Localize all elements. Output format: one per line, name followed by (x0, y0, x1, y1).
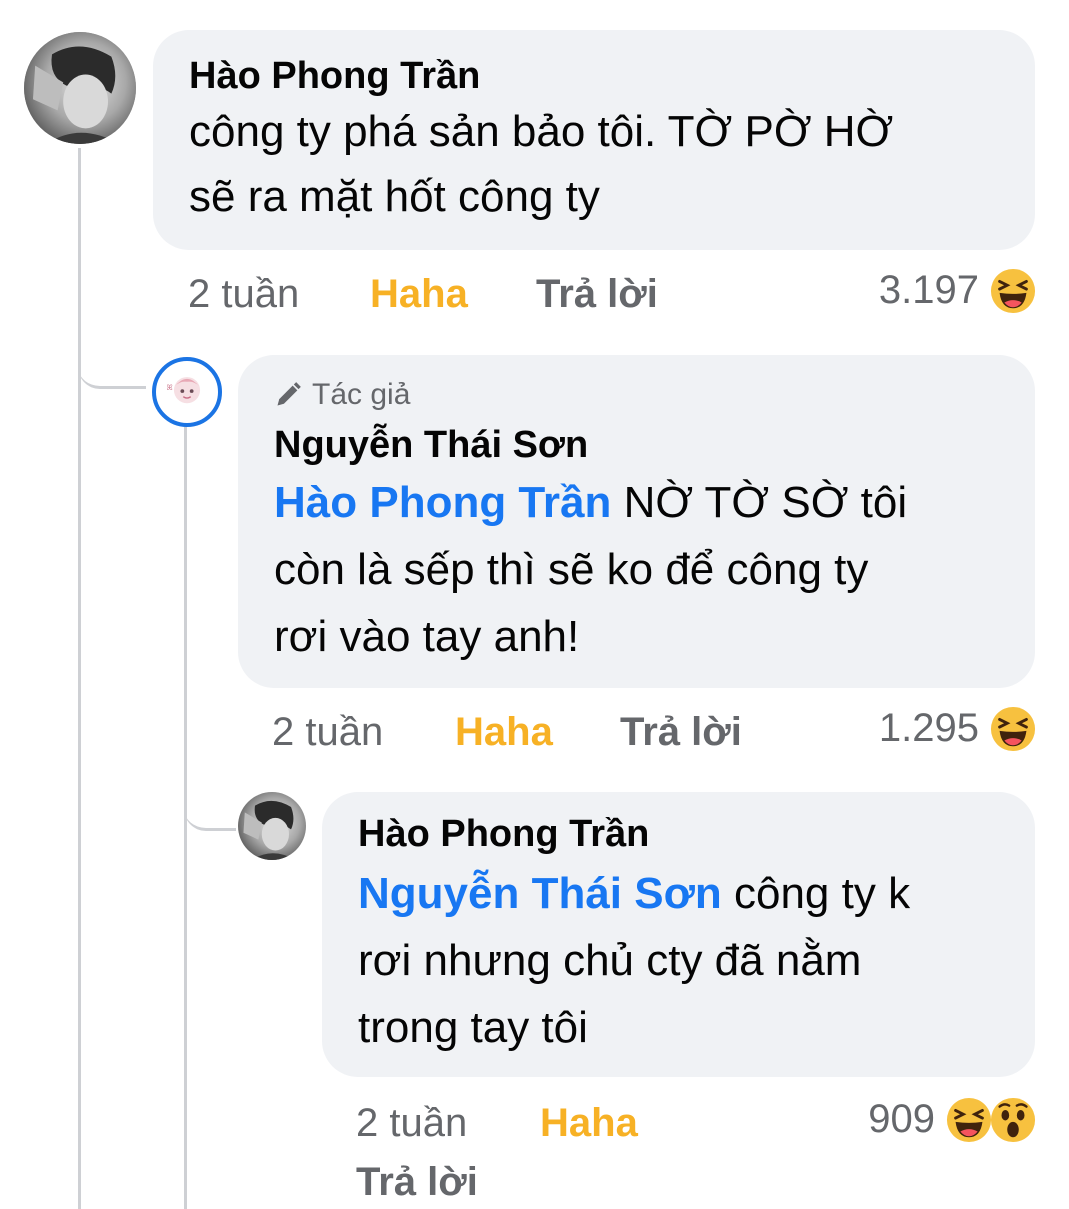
comment-text-line: Nguyễn Thái Sơn công ty k (358, 860, 999, 927)
author-badge: Tác giả (274, 377, 999, 413)
comment-text-line: trong tay tôi (358, 1003, 588, 1052)
mention-link[interactable]: Hào Phong Trần (274, 478, 611, 527)
haha-emoji-icon (990, 706, 1036, 752)
comment-text-line: còn là sếp thì sẽ ko để công ty (274, 545, 869, 594)
comment-timestamp[interactable]: 2 tuần (356, 1099, 467, 1147)
reaction-count[interactable]: 1.295 (879, 704, 979, 752)
reaction-count[interactable]: 3.197 (879, 266, 979, 314)
thread-line-main (78, 148, 81, 1209)
thread-connector-2 (184, 780, 236, 831)
avatar-hao-phong-tran[interactable] (238, 792, 306, 860)
comment-text-line: rơi vào tay anh! (274, 612, 580, 661)
reply-button[interactable]: Trả lời (536, 270, 658, 318)
haha-emoji-icon (990, 268, 1036, 314)
comment-text-line: Hào Phong Trần NỜ TỜ SỜ tôi (274, 469, 999, 536)
avatar-nguyen-thai-son[interactable]: ꕤ (152, 357, 222, 427)
comment-bubble-2[interactable]: Tác giả Nguyễn Thái Sơn Hào Phong Trần N… (238, 355, 1035, 688)
svg-text:ꕤ: ꕤ (166, 383, 172, 392)
haha-reaction-button[interactable]: Haha (455, 708, 553, 756)
comment-author-name[interactable]: Hào Phong Trần (358, 812, 999, 856)
haha-emoji-icon (946, 1097, 992, 1143)
reaction-count[interactable]: 909 (868, 1095, 935, 1143)
comment-text-line: sẽ ra mặt hốt công ty (189, 172, 600, 221)
comment-timestamp[interactable]: 2 tuần (272, 708, 383, 756)
comment-author-name[interactable]: Hào Phong Trần (189, 54, 999, 98)
mention-link[interactable]: Nguyễn Thái Sơn (358, 869, 722, 918)
comment-text-first: công ty k (721, 869, 911, 918)
thread-connector-1 (78, 330, 146, 389)
comment-text-line: công ty phá sản bảo tôi. TỜ PỜ HỜ (189, 107, 894, 156)
comment-timestamp[interactable]: 2 tuần (188, 270, 299, 318)
avatar-cartoon-icon: ꕤ (160, 365, 214, 419)
comment-bubble-1[interactable]: Hào Phong Trần công ty phá sản bảo tôi. … (153, 30, 1035, 250)
comment-text-first: NỜ TỜ SỜ tôi (611, 478, 908, 527)
pencil-icon (277, 382, 301, 406)
haha-reaction-button[interactable]: Haha (370, 270, 468, 318)
comment-text-line: rơi nhưng chủ cty đã nằm (358, 936, 862, 985)
reply-button[interactable]: Trả lời (356, 1158, 478, 1206)
wow-emoji-icon (990, 1097, 1036, 1143)
comment-author-name[interactable]: Nguyễn Thái Sơn (274, 423, 999, 467)
avatar-hao-phong-tran[interactable] (24, 32, 136, 144)
reply-button[interactable]: Trả lời (620, 708, 742, 756)
haha-reaction-button[interactable]: Haha (540, 1099, 638, 1147)
comment-bubble-3[interactable]: Hào Phong Trần Nguyễn Thái Sơn công ty k… (322, 792, 1035, 1077)
author-badge-label: Tác giả (312, 378, 411, 411)
